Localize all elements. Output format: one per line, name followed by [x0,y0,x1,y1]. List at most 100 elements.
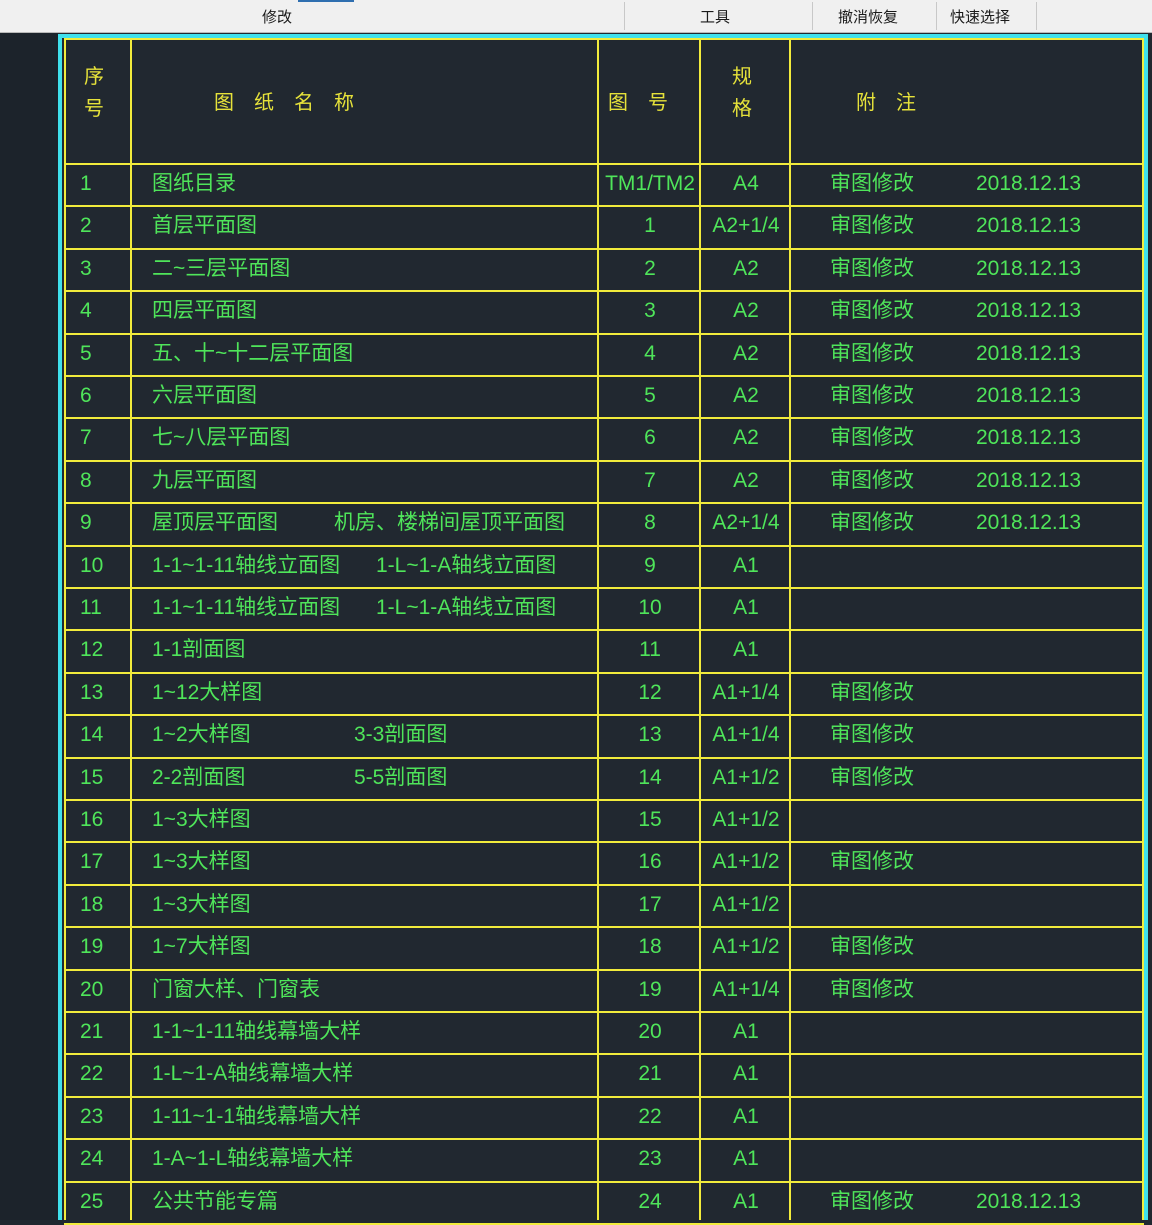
table-row[interactable]: 18 1~3大样图 17 A1+1/2 [64,884,1144,926]
row-seq: 22 [80,1062,104,1085]
row-spec: A1 [733,554,759,577]
row-note: 审图修改 [830,384,914,407]
table-row[interactable]: 12 1-1剖面图 11 A1 [64,629,1144,671]
table-row[interactable]: 23 1-11~1-1轴线幕墙大样 22 A1 [64,1096,1144,1138]
table-row[interactable]: 1 图纸目录 TM1/TM2 A4 审图修改 2018.12.13 [64,163,1144,205]
row-spec: A2 [733,342,759,365]
row-drawing-name: 1~3大样图 [152,850,251,873]
row-date: 2018.12.13 [976,1190,1082,1213]
row-spec: A1+1/4 [712,723,780,746]
row-drawing-name: 1-1~1-11轴线立面图 [152,596,341,619]
row-drawing-name-secondary: 1-L~1-A轴线立面图 [376,554,557,577]
ribbon-panel-bar: 修改 工具 撤消恢复 快速选择 [0,0,1152,33]
row-drawing-name: 1~3大样图 [152,808,251,831]
row-drawing-number: 20 [638,1020,662,1043]
row-drawing-name-secondary: 1-L~1-A轴线立面图 [376,596,557,619]
row-seq: 9 [80,511,92,534]
row-note: 审图修改 [830,935,914,958]
row-drawing-number: 22 [638,1105,662,1128]
row-spec: A2+1/4 [712,214,780,237]
row-drawing-name: 1-1剖面图 [152,638,246,661]
row-spec: A1 [733,596,759,619]
row-date: 2018.12.13 [976,299,1082,322]
row-spec: A2 [733,257,759,280]
row-note: 审图修改 [830,172,914,195]
table-row[interactable]: 24 1-A~1-L轴线幕墙大样 23 A1 [64,1138,1144,1180]
table-row[interactable]: 2 首层平面图 1 A2+1/4 审图修改 2018.12.13 [64,205,1144,247]
row-seq: 23 [80,1105,104,1128]
row-drawing-number: 7 [644,469,656,492]
row-drawing-number: 19 [638,978,662,1001]
table-row[interactable]: 6 六层平面图 5 A2 审图修改 2018.12.13 [64,375,1144,417]
row-note: 审图修改 [830,257,914,280]
table-row[interactable]: 14 1~2大样图 3-3剖面图 13 A1+1/4 审图修改 [64,714,1144,756]
table-row[interactable]: 5 五、十~十二层平面图 4 A2 审图修改 2018.12.13 [64,333,1144,375]
table-row[interactable]: 15 2-2剖面图 5-5剖面图 14 A1+1/2 审图修改 [64,757,1144,799]
table-row[interactable]: 4 四层平面图 3 A2 审图修改 2018.12.13 [64,290,1144,332]
table-row[interactable]: 13 1~12大样图 12 A1+1/4 审图修改 [64,672,1144,714]
row-seq: 17 [80,850,104,873]
row-drawing-number: 16 [638,850,662,873]
row-spec: A1+1/4 [712,681,780,704]
row-drawing-name: 2-2剖面图 [152,766,246,789]
row-drawing-name: 1~7大样图 [152,935,251,958]
table-row[interactable]: 19 1~7大样图 18 A1+1/2 审图修改 [64,926,1144,968]
table-row[interactable]: 10 1-1~1-11轴线立面图 1-L~1-A轴线立面图 9 A1 [64,545,1144,587]
panel-separator [624,2,625,30]
table-row[interactable]: 20 门窗大样、门窗表 19 A1+1/4 审图修改 [64,969,1144,1011]
row-drawing-name: 六层平面图 [152,384,257,407]
row-spec: A2 [733,426,759,449]
row-note: 审图修改 [830,299,914,322]
row-seq: 4 [80,299,92,322]
row-drawing-name: 1~12大样图 [152,681,263,704]
row-date: 2018.12.13 [976,257,1082,280]
header-note: 附 注 [856,90,916,114]
table-row[interactable]: 9 屋顶层平面图 机房、楼梯间屋顶平面图 8 A2+1/4 审图修改 2018.12.13 [64,502,1144,544]
row-spec: A1+1/2 [712,935,780,958]
row-drawing-name: 1-11~1-1轴线幕墙大样 [152,1105,362,1128]
panel-separator [812,2,813,30]
table-row[interactable]: 16 1~3大样图 15 A1+1/2 [64,799,1144,841]
panel-quick-select[interactable]: 快速选择 [950,7,1010,27]
table-row[interactable]: 7 七~八层平面图 6 A2 审图修改 2018.12.13 [64,417,1144,459]
row-drawing-number: 17 [638,893,662,916]
row-drawing-number: 15 [638,808,662,831]
row-drawing-number: 8 [644,511,656,534]
row-drawing-name: 1-1~1-11轴线立面图 [152,554,341,577]
row-drawing-number: 10 [638,596,662,619]
row-seq: 2 [80,214,92,237]
row-spec: A1 [733,1105,759,1128]
row-note: 审图修改 [830,681,914,704]
row-note: 审图修改 [830,426,914,449]
row-drawing-name: 首层平面图 [152,214,257,237]
table-row[interactable]: 8 九层平面图 7 A2 审图修改 2018.12.13 [64,460,1144,502]
drawing-list-table[interactable]: 序 号 图 纸 名 称 图 号 规 格 附 注 1 图纸目录 TM1/TM2 A4 审图… [64,38,1144,1225]
row-drawing-number: 6 [644,426,656,449]
panel-modify[interactable]: 修改 [262,7,292,27]
row-date: 2018.12.13 [976,342,1082,365]
row-seq: 25 [80,1190,104,1213]
table-row[interactable]: 25 公共节能专篇 24 A1 审图修改 2018.12.13 [64,1181,1144,1223]
row-seq: 15 [80,766,104,789]
row-drawing-number: 9 [644,554,656,577]
panel-tools[interactable]: 工具 [700,7,730,27]
table-row[interactable]: 3 二~三层平面图 2 A2 审图修改 2018.12.13 [64,248,1144,290]
row-note: 审图修改 [830,1190,914,1213]
table-row[interactable]: 21 1-1~1-11轴线幕墙大样 20 A1 [64,1011,1144,1053]
header-spec-1: 规 [732,64,752,88]
row-drawing-number: 13 [638,723,662,746]
row-seq: 8 [80,469,92,492]
row-spec: A2 [733,469,759,492]
table-row[interactable]: 22 1-L~1-A轴线幕墙大样 21 A1 [64,1053,1144,1095]
table-row[interactable]: 17 1~3大样图 16 A1+1/2 审图修改 [64,841,1144,883]
table-row[interactable]: 11 1-1~1-11轴线立面图 1-L~1-A轴线立面图 10 A1 [64,587,1144,629]
panel-undo-redo[interactable]: 撤消恢复 [838,7,898,27]
row-seq: 13 [80,681,104,704]
row-spec: A1+1/2 [712,893,780,916]
row-date: 2018.12.13 [976,172,1082,195]
row-drawing-number: 5 [644,384,656,407]
row-spec: A1 [733,638,759,661]
row-drawing-name: 1~3大样图 [152,893,251,916]
header-spec-2: 格 [732,96,752,120]
row-spec: A1 [733,1062,759,1085]
